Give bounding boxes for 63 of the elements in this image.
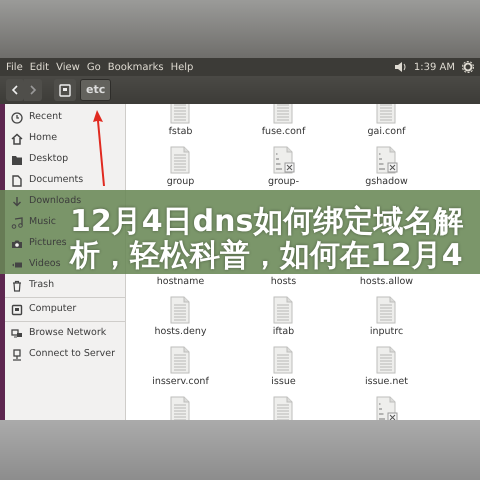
restricted-file-icon [376, 146, 398, 176]
path-button[interactable]: etc [80, 79, 112, 101]
file-name[interactable]: hosts [270, 276, 296, 288]
sidebar-item[interactable]: Trash [5, 275, 58, 296]
computer-icon [11, 304, 23, 316]
sidebar-item[interactable]: Connect to Server [5, 344, 120, 365]
settings-icon [462, 61, 474, 73]
text-file-icon [272, 296, 294, 326]
sidebar-item[interactable]: Recent [5, 107, 66, 128]
file-name[interactable]: inputrc [370, 326, 404, 338]
text-file-icon [376, 346, 398, 376]
sidebar-item[interactable]: Computer [5, 299, 80, 320]
text-file-icon [272, 396, 294, 420]
file-name[interactable]: hosts.deny [154, 326, 206, 338]
network-icon [11, 328, 23, 340]
file-name[interactable]: insserv.conf [152, 376, 209, 388]
clock[interactable]: 1:39 AM [414, 60, 455, 74]
text-file-icon [170, 104, 192, 126]
text-file-icon [170, 146, 192, 176]
sidebar-item[interactable]: Desktop [5, 149, 72, 170]
computer-button[interactable] [54, 79, 76, 101]
text-file-icon [376, 104, 398, 126]
file-name[interactable]: iftab [272, 326, 294, 338]
menu-item[interactable]: View [56, 60, 80, 74]
file-name[interactable]: gai.conf [368, 126, 406, 138]
file-name[interactable]: hosts.allow [360, 276, 414, 288]
home-icon [11, 132, 23, 144]
download-icon [11, 196, 23, 208]
server-icon [11, 348, 23, 360]
text-file-icon [376, 296, 398, 326]
file-name[interactable]: issue.net [364, 376, 408, 388]
file-name[interactable]: group [166, 176, 194, 188]
sidebar-item[interactable]: Browse Network [5, 323, 110, 344]
trash-icon [11, 280, 23, 292]
menu-item[interactable]: Go [86, 60, 101, 74]
file-name[interactable]: fstab [168, 126, 192, 138]
back-button[interactable] [6, 79, 24, 101]
folder-icon [11, 154, 23, 166]
text-file-icon [170, 346, 192, 376]
sidebar-item[interactable]: Documents [5, 170, 88, 191]
file-name[interactable]: issue [271, 376, 296, 388]
text-file-icon [170, 296, 192, 326]
text-file-icon [272, 346, 294, 376]
document-icon [11, 174, 23, 186]
menu-item[interactable]: Bookmarks [108, 60, 164, 74]
file-name[interactable]: gshadow [365, 176, 408, 188]
article-title: 12月4日dns如何绑定域名解析，轻松科普，如何在12月4 [70, 205, 464, 273]
menu-item[interactable]: File [6, 60, 23, 74]
menu-item[interactable]: Edit [30, 60, 50, 74]
file-name[interactable]: fuse.conf [262, 126, 306, 138]
computer-icon [59, 84, 71, 96]
file-name[interactable]: group- [268, 176, 300, 188]
sidebar-item[interactable]: Home [5, 128, 62, 149]
clock-icon [11, 112, 23, 124]
menu-item[interactable]: Help [170, 60, 194, 74]
restricted-file-icon [272, 146, 294, 176]
back-icon [11, 85, 19, 95]
file-name[interactable]: hostname [156, 276, 204, 288]
text-file-icon [170, 396, 192, 420]
speaker-icon [394, 61, 406, 73]
text-file-icon [272, 104, 294, 126]
music-note-icon [11, 216, 23, 228]
forward-icon [29, 85, 37, 95]
